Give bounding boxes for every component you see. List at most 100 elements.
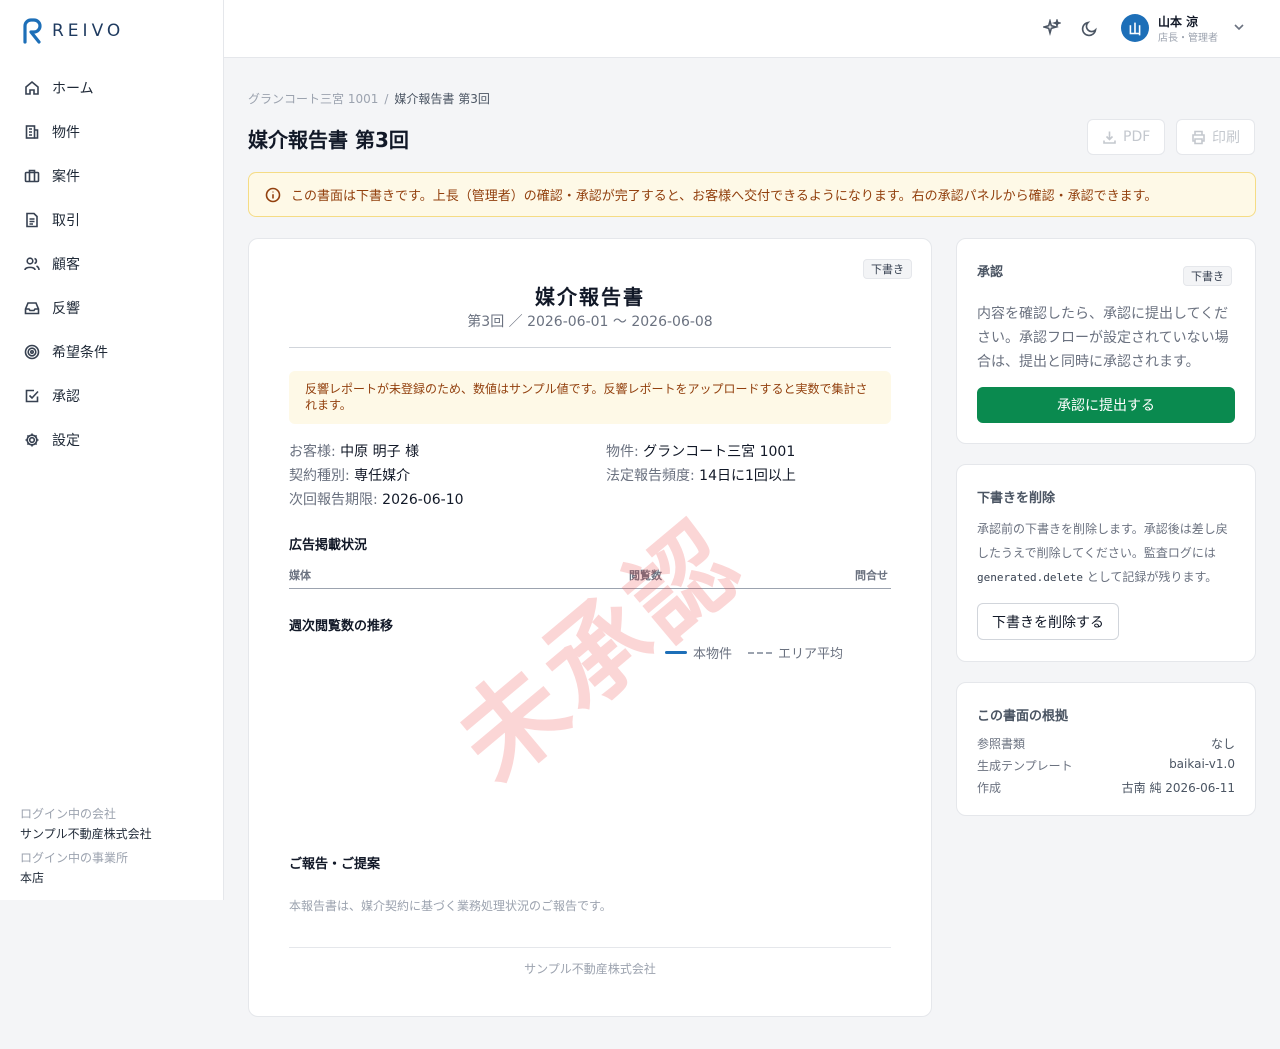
sidebar-item-approvals[interactable]: 承認	[0, 374, 223, 418]
sample-data-note: 反響レポートが未登録のため、数値はサンプル値です。反響レポートをアップロードする…	[289, 371, 891, 424]
company-name: サンプル不動産株式会社	[20, 827, 152, 841]
document-footer: サンプル不動産株式会社	[524, 962, 656, 976]
sidebar-item-label: 案件	[52, 169, 80, 185]
legend-label-area: エリア平均	[778, 647, 844, 662]
printer-icon	[1192, 130, 1205, 144]
frequency-value: 14日に1回以上	[699, 468, 796, 484]
print-label: 印刷	[1212, 130, 1240, 146]
sidebar: REIVO ホーム 物件 案件 取引 顧客 反響 希望条件 承認 設定 ログイン…	[0, 0, 224, 900]
avatar[interactable]: 山	[1121, 14, 1149, 42]
approval-text: 内容を確認したら、承認に提出してください。承認フローが設定されていない場合は、提…	[977, 306, 1229, 370]
login-info: ログイン中の会社 サンプル不動産株式会社 ログイン中の事業所 本店	[20, 804, 152, 892]
submit-approval-button[interactable]: 承認に提出する	[977, 387, 1235, 423]
inbox-icon	[24, 302, 40, 315]
brand-logo[interactable]: REIVO	[22, 18, 124, 44]
sparkles-icon[interactable]	[1040, 17, 1063, 37]
sidebar-item-label: 設定	[52, 433, 80, 449]
top-bar: 山 山本 涼 店長・管理者	[224, 0, 1280, 58]
property-value: グランコート三宮 1001	[643, 444, 796, 460]
basis-row-value: なし	[1210, 737, 1235, 751]
reivo-logo-icon	[23, 18, 42, 44]
pdf-button[interactable]: PDF	[1087, 119, 1166, 155]
sidebar-item-preferences[interactable]: 希望条件	[0, 330, 223, 374]
download-icon	[1103, 131, 1116, 144]
property-field: 物件: グランコート三宮 1001	[606, 441, 795, 461]
print-button[interactable]: 印刷	[1176, 119, 1255, 155]
chart-legend: 本物件 エリア平均	[665, 643, 843, 662]
target-icon	[24, 344, 40, 360]
approval-panel: 承認 下書き 内容を確認したら、承認に提出してください。承認フローが設定されてい…	[956, 238, 1256, 444]
breadcrumb-parent[interactable]: グランコート三宮 1001	[248, 92, 378, 106]
basis-row: 作成 古南 純 2026-06-11	[977, 779, 1235, 796]
sidebar-item-properties[interactable]: 物件	[0, 110, 223, 154]
basis-row-label: 生成テンプレート	[977, 759, 1073, 773]
sidebar-item-label: 反響	[52, 301, 80, 317]
document-subtitle: 第3回 ／ 2026-06-01 〜 2026-06-08	[467, 314, 713, 330]
deadline-label: 次回報告期限:	[289, 492, 378, 508]
divider	[289, 347, 891, 348]
breadcrumb-separator: /	[384, 92, 389, 106]
draft-alert: この書面は下書きです。上長（管理者）の確認・承認が完了すると、お客様へ交付できる…	[248, 172, 1256, 217]
gear-icon	[25, 433, 39, 447]
footer-divider	[289, 947, 891, 948]
basis-row-label: 参照書類	[977, 737, 1026, 751]
sidebar-item-label: 顧客	[52, 257, 80, 273]
column-header-inquiries: 問合せ	[855, 569, 888, 582]
delete-text-after: として記録が残ります。	[1086, 570, 1218, 584]
sidebar-item-label: 取引	[52, 213, 80, 229]
sidebar-item-deals[interactable]: 案件	[0, 154, 223, 198]
home-icon	[25, 80, 39, 95]
table-header-divider	[289, 588, 891, 589]
delete-description: 承認前の下書きを削除します。承認後は差し戻したうえで削除してください。監査ログに…	[977, 517, 1237, 590]
deadline-value: 2026-06-10	[382, 492, 464, 508]
ad-section-heading: 広告掲載状況	[289, 538, 368, 553]
alert-text: この書面は下書きです。上長（管理者）の確認・承認が完了すると、お客様へ交付できる…	[291, 189, 1158, 204]
report-frequency-field: 法定報告頻度: 14日に1回以上	[606, 465, 796, 485]
status-badge: 下書き	[863, 259, 912, 279]
sidebar-item-settings[interactable]: 設定	[0, 418, 223, 462]
chevron-down-icon[interactable]	[1232, 20, 1246, 34]
sidebar-item-label: 希望条件	[52, 345, 108, 361]
sidebar-item-customers[interactable]: 顧客	[0, 242, 223, 286]
customer-field: お客様: 中原 明子 様	[289, 441, 419, 461]
pdf-label: PDF	[1123, 129, 1151, 145]
sidebar-item-inquiries[interactable]: 反響	[0, 286, 223, 330]
briefcase-icon	[24, 169, 40, 183]
document-title: 媒介報告書	[535, 285, 645, 309]
building-icon	[25, 125, 39, 139]
approval-status-badge: 下書き	[1183, 266, 1232, 286]
check-square-icon	[25, 389, 39, 403]
chart-section-heading: 週次閲覧数の推移	[289, 619, 394, 634]
legend-swatch-own	[665, 651, 687, 654]
document-icon	[26, 212, 38, 228]
sidebar-item-transactions[interactable]: 取引	[0, 198, 223, 242]
breadcrumb-current: 媒介報告書 第3回	[394, 92, 490, 106]
column-header-views: 閲覧数	[629, 569, 662, 582]
moon-icon[interactable]	[1081, 19, 1099, 37]
document-preview: 下書き 媒介報告書 第3回 ／ 2026-06-01 〜 2026-06-08 …	[248, 238, 932, 1017]
customer-value: 中原 明子 様	[340, 444, 420, 460]
basis-row-value: baikai-v1.0	[1169, 757, 1235, 771]
user-role: 店長・管理者	[1158, 33, 1218, 44]
sidebar-item-home[interactable]: ホーム	[0, 66, 223, 110]
delete-draft-button[interactable]: 下書きを削除する	[977, 603, 1119, 640]
basis-row: 生成テンプレート baikai-v1.0	[977, 757, 1235, 774]
audit-event-code: generated.delete	[977, 571, 1083, 584]
sidebar-item-label: 承認	[52, 389, 80, 405]
approval-title: 承認	[977, 265, 1004, 280]
legend-swatch-area	[748, 651, 773, 654]
property-label: 物件:	[606, 444, 639, 460]
delete-title: 下書きを削除	[977, 491, 1056, 506]
basis-row-value: 古南 純 2026-06-11	[1121, 781, 1235, 795]
next-deadline-field: 次回報告期限: 2026-06-10	[289, 489, 464, 509]
user-name[interactable]: 山本 涼	[1158, 13, 1198, 30]
sidebar-nav: ホーム 物件 案件 取引 顧客 反響 希望条件 承認 設定	[0, 66, 223, 462]
office-name: 本店	[20, 871, 45, 885]
info-icon	[265, 187, 281, 202]
company-label: ログイン中の会社	[20, 807, 117, 821]
document-basis-panel: この書面の根拠 参照書類 なし 生成テンプレート baikai-v1.0 作成 古南 …	[956, 682, 1256, 816]
legend-label-own: 本物件	[693, 647, 733, 662]
sidebar-item-label: ホーム	[52, 81, 94, 97]
contract-label: 契約種別:	[289, 468, 350, 484]
proposal-section-heading: ご報告・ご提案	[289, 857, 381, 872]
